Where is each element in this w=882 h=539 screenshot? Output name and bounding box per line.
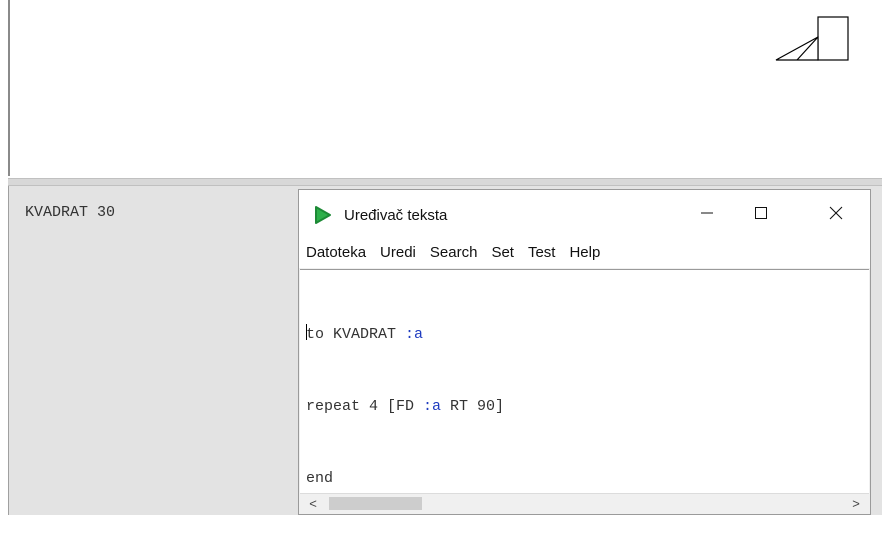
scroll-left-icon[interactable]: < [303,494,323,513]
menu-help[interactable]: Help [569,244,600,261]
turtle-drawing [775,16,849,61]
menu-uredi[interactable]: Uredi [380,244,416,261]
minimize-button[interactable] [684,198,730,228]
code-param: :a [423,398,442,415]
menu-search[interactable]: Search [430,244,478,261]
splitter[interactable] [8,178,882,186]
close-button[interactable] [813,198,859,228]
close-icon [829,206,843,220]
code-line: to KVADRAT :a [306,323,869,347]
editor-titlebar[interactable]: Uređivač teksta [299,190,870,236]
green-play-icon [315,206,331,224]
maximize-icon [755,207,767,219]
code-editor[interactable]: to KVADRAT :a repeat 4 [FD :a RT 90] end [300,269,869,493]
menu-datoteka[interactable]: Datoteka [306,244,366,261]
turtle-canvas[interactable] [0,0,882,178]
window-title: Uređivač teksta [344,207,448,224]
code-token: to KVADRAT [306,326,406,343]
code-line: repeat 4 [FD :a RT 90] [306,395,869,419]
menu-bar: Datoteka Uredi Search Set Test Help [299,236,870,268]
code-token: repeat 4 [FD [306,398,424,415]
scroll-thumb[interactable] [329,497,422,510]
square-path [817,16,849,61]
menu-set[interactable]: Set [491,244,514,261]
command-history-text: KVADRAT 30 [25,204,116,221]
scroll-right-icon[interactable]: > [846,494,866,513]
code-line: end [306,467,869,491]
horizontal-scrollbar[interactable]: < > [300,493,869,513]
code-token: end [306,470,334,487]
editor-window: Uređivač teksta Datoteka Uredi Search Se… [298,189,871,515]
menu-test[interactable]: Test [528,244,556,261]
code-token: RT 90] [441,398,505,415]
turtle-icon [775,35,819,61]
code-param: :a [405,326,424,343]
minimize-icon [701,212,713,214]
maximize-button[interactable] [738,198,784,228]
